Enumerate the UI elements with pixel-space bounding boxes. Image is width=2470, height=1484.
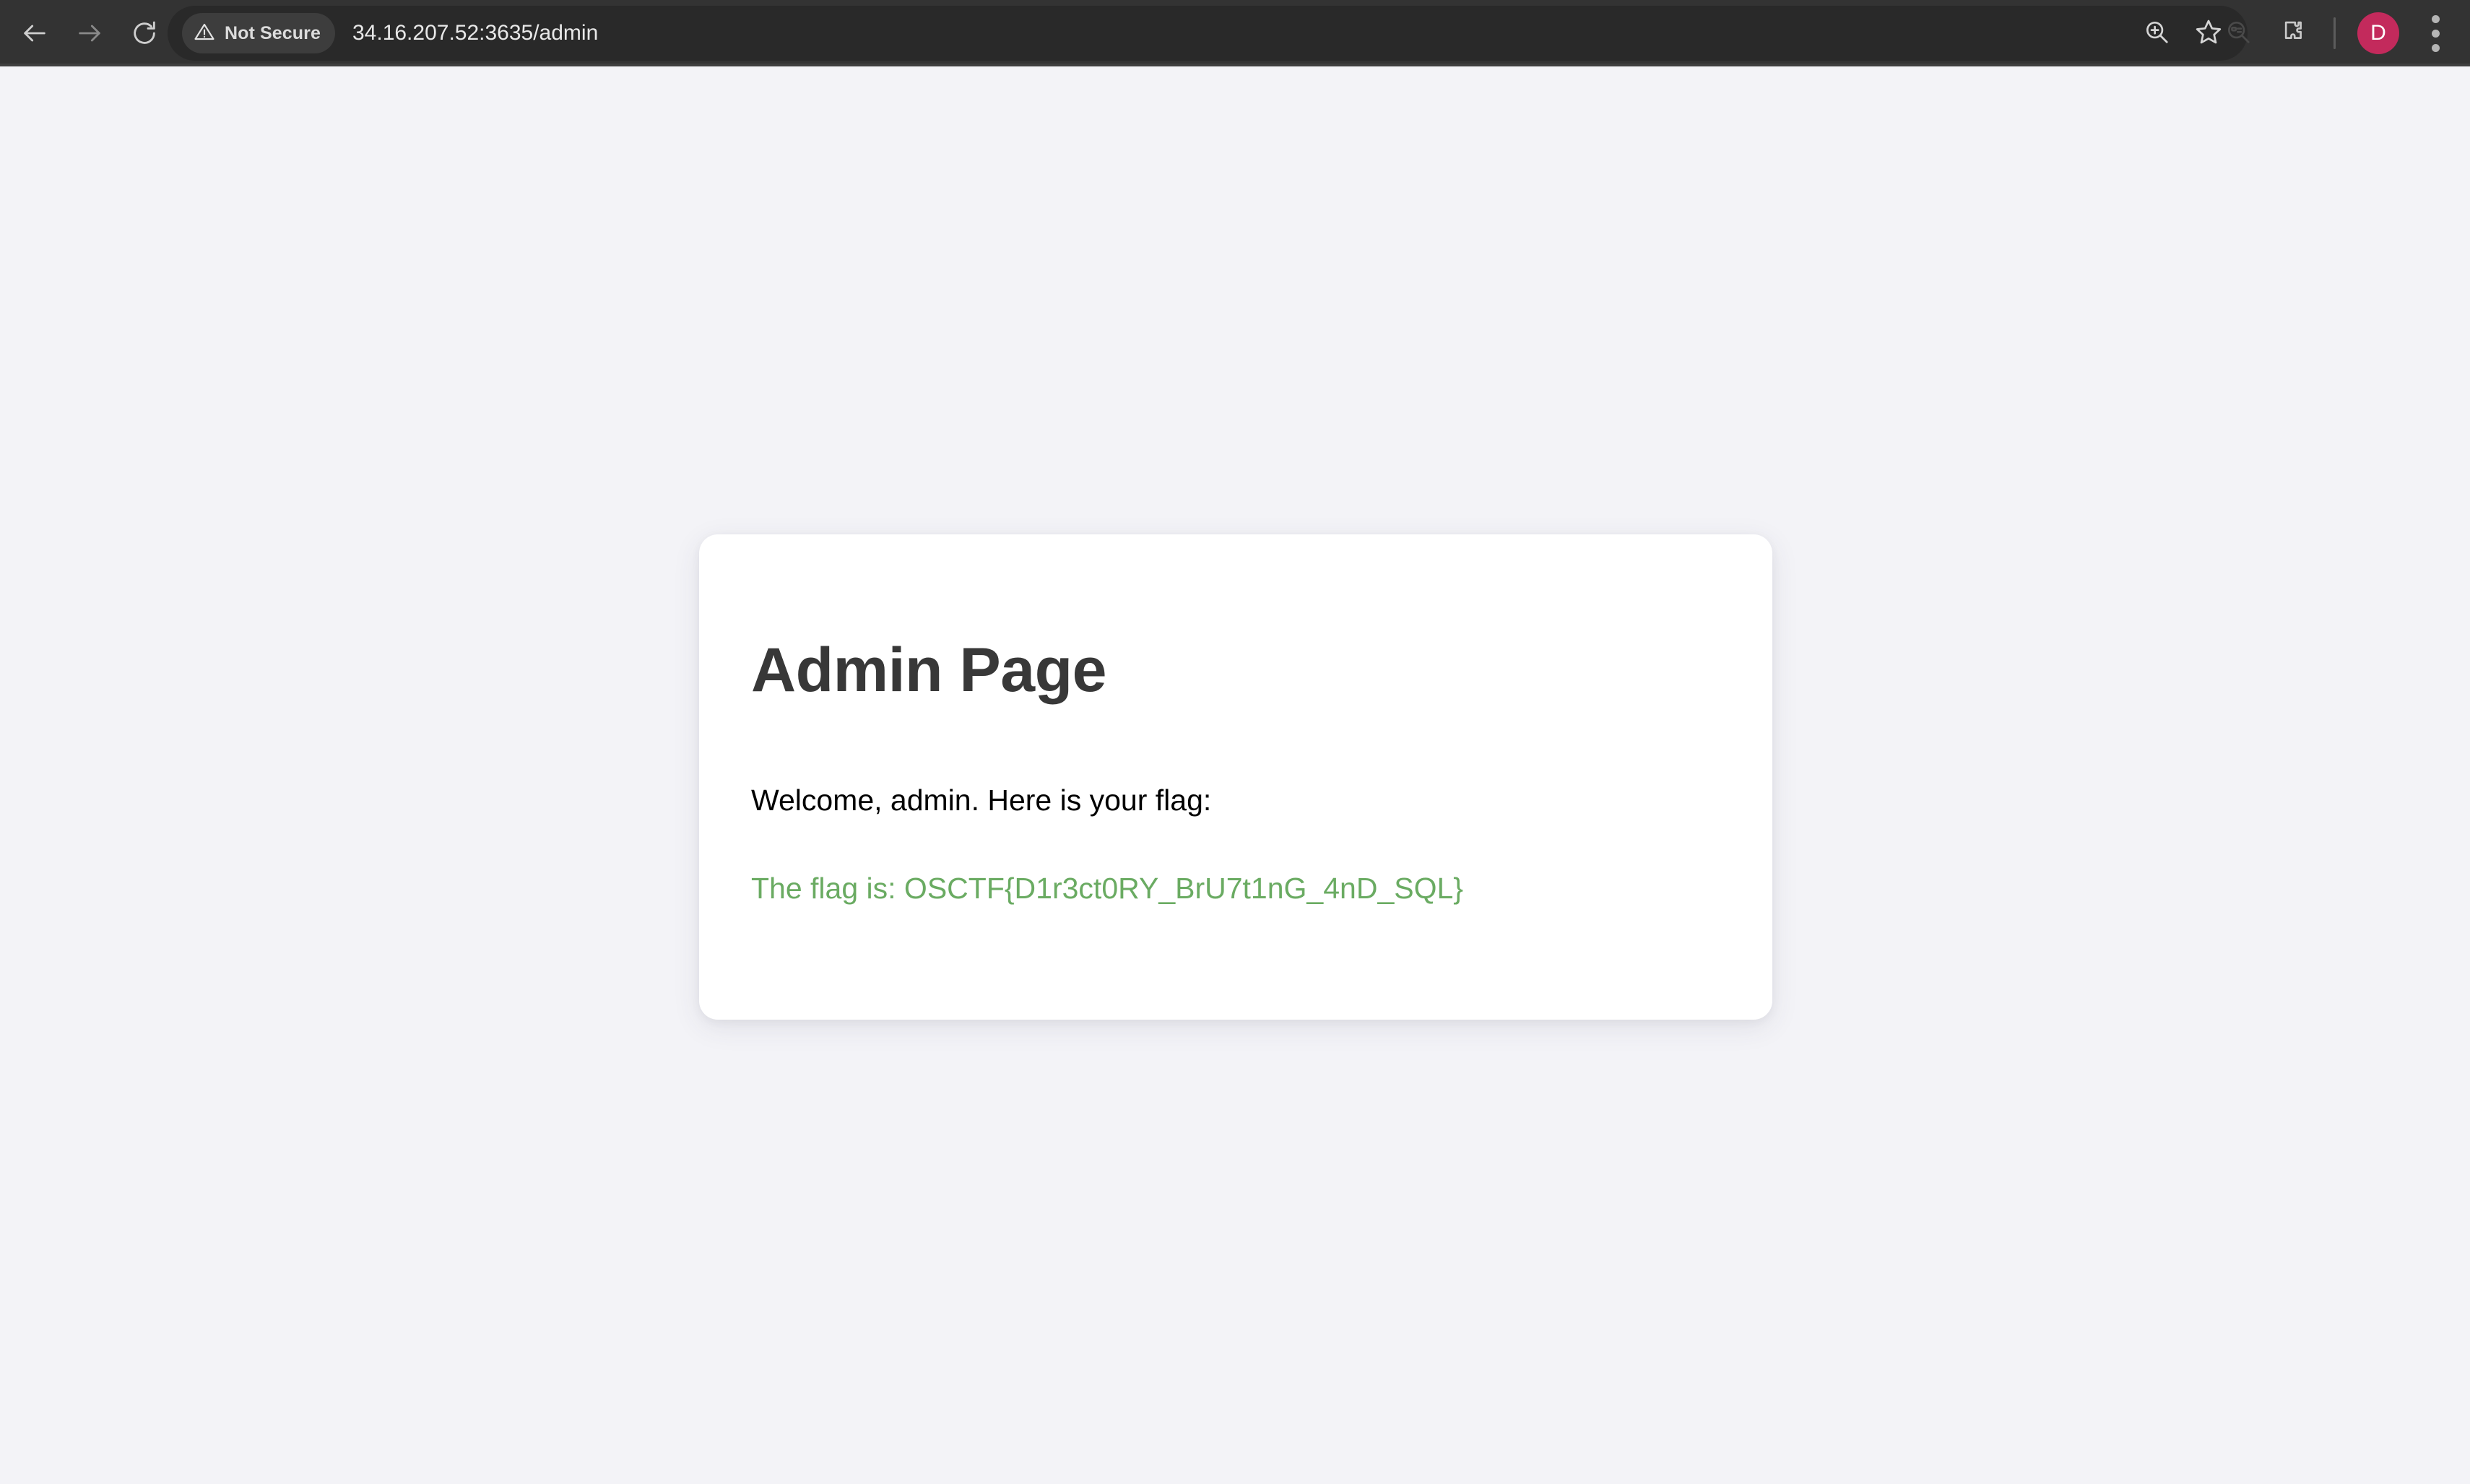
- flag-message: The flag is: OSCTF{D1r3ct0RY_BrU7t1nG_4n…: [751, 872, 1463, 905]
- security-status-badge[interactable]: Not Secure: [182, 13, 335, 53]
- page-viewport: Admin Page Welcome, admin. Here is your …: [0, 66, 2470, 1484]
- reload-button[interactable]: [117, 6, 172, 61]
- search-tabs-icon: [2224, 18, 2252, 49]
- reload-icon: [130, 19, 159, 48]
- forward-button[interactable]: [62, 6, 117, 61]
- three-dot-menu-icon: [2431, 29, 2440, 38]
- navigation-buttons: [0, 6, 172, 61]
- arrow-left-icon: [20, 19, 49, 48]
- warning-triangle-icon: [194, 21, 215, 46]
- extensions-button[interactable]: [2266, 6, 2320, 61]
- three-dot-menu-icon: [2431, 14, 2440, 23]
- url-text: 34.16.207.52:3635/admin: [352, 21, 599, 45]
- browser-toolbar: Not Secure 34.16.207.52:3635/admin D: [0, 0, 2470, 66]
- zoom-in-icon: [2143, 18, 2170, 49]
- three-dot-menu-icon: [2431, 43, 2440, 52]
- zoom-in-button[interactable]: [2131, 7, 2183, 59]
- arrow-right-icon: [75, 19, 104, 48]
- toolbar-right-actions: D: [2211, 0, 2463, 66]
- toolbar-divider: [2334, 17, 2336, 49]
- avatar-initial: D: [2370, 21, 2386, 45]
- browser-menu-button[interactable]: [2408, 6, 2463, 61]
- avatar[interactable]: D: [2357, 12, 2399, 54]
- page-title: Admin Page: [751, 635, 1106, 705]
- welcome-message: Welcome, admin. Here is your flag:: [751, 784, 1212, 817]
- address-bar[interactable]: Not Secure 34.16.207.52:3635/admin: [168, 6, 2248, 61]
- puzzle-piece-icon: [2279, 17, 2308, 50]
- search-tabs-button[interactable]: [2211, 6, 2266, 61]
- admin-card: Admin Page Welcome, admin. Here is your …: [699, 534, 1772, 1020]
- security-status-label: Not Secure: [225, 22, 321, 43]
- back-button[interactable]: [7, 6, 62, 61]
